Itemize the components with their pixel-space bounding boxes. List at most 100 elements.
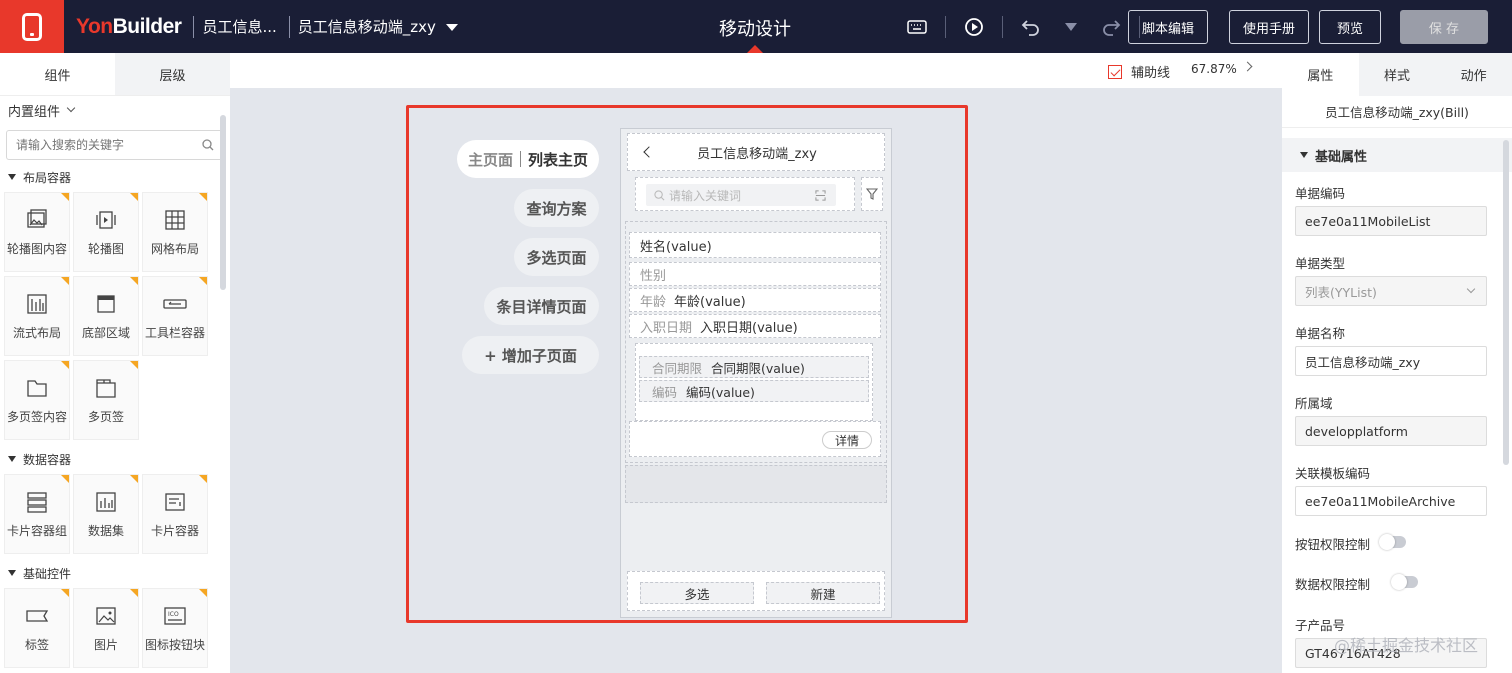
filter-icon[interactable] [861,177,883,211]
add-subpage-button[interactable]: + 增加子页面 [462,336,599,374]
redo-icon[interactable] [1099,15,1123,39]
component-card-container[interactable]: 卡片容器 [142,474,208,554]
tab-style[interactable]: 样式 [1358,53,1436,96]
guide-lines-toggle[interactable]: 辅助线 [1108,62,1170,81]
page-query-scheme[interactable]: 查询方案 [514,189,599,227]
watermark: @稀土掘金技术社区 [1334,636,1479,655]
breadcrumb-app[interactable]: 员工信息... [202,16,276,37]
label-data-permission: 数据权限控制 [1295,577,1371,592]
svg-text:ICO: ICO [168,611,179,618]
phone-search-input[interactable]: 请输入关键词 [646,184,836,206]
component-carousel-content[interactable]: 轮播图内容 [4,192,70,272]
active-indicator [747,45,763,53]
component-search[interactable] [6,130,224,160]
right-scrollbar[interactable] [1503,140,1509,465]
new-button[interactable]: 新建 [766,582,880,604]
component-flow-layout[interactable]: 流式布局 [4,276,70,356]
phone-nav-bar[interactable]: 员工信息移动端_zxy [627,133,885,171]
page-item-detail[interactable]: 条目详情页面 [484,287,599,325]
component-label[interactable]: 标签 [4,588,70,668]
caret-down-icon[interactable] [445,24,458,31]
keyboard-icon[interactable] [905,15,929,39]
preview-button[interactable]: 预览 [1319,10,1381,44]
tab-actions[interactable]: 动作 [1435,53,1512,96]
page-main-list[interactable]: 主页面 列表主页 [457,140,599,178]
undo-icon[interactable] [1019,15,1043,39]
field-name[interactable]: 姓名(value) [629,232,881,258]
component-tabs[interactable]: 多页签 [73,360,139,440]
field-age[interactable]: 年龄 年龄(value) [629,288,881,312]
component-carousel[interactable]: 轮播图 [73,192,139,272]
phone-icon [22,12,42,41]
toolbar-icon [163,292,187,316]
app-logo[interactable] [0,0,64,53]
search-icon[interactable] [202,139,214,151]
section-layout[interactable]: 布局容器 [0,164,230,190]
grid-icon [163,208,187,232]
history-dropdown-icon[interactable] [1059,15,1083,39]
page-multi-select[interactable]: 多选页面 [514,238,599,276]
property-panel: 属性 样式 动作 员工信息移动端_zxy(Bill) 基础属性 单据编码 ee7… [1282,53,1512,673]
builtin-components-dropdown[interactable]: 内置组件 [0,96,230,124]
tab-components[interactable]: 组件 [0,53,115,95]
field-code[interactable]: 编码 编码(value) [639,380,869,402]
detail-button[interactable]: 详情 [822,431,872,449]
caret-down-icon [8,174,16,180]
breadcrumb-page[interactable]: 员工信息移动端_zxy [298,16,458,37]
component-icon-button-block[interactable]: ICO 图标按钮块 [142,588,208,668]
component-image[interactable]: 图片 [73,588,139,668]
selected-object-name: 员工信息移动端_zxy(Bill) [1282,96,1512,128]
card-icon [163,490,187,514]
bill-code-field[interactable]: ee7e0a11MobileList [1295,206,1487,236]
data-permission-toggle[interactable] [1391,574,1418,590]
section-basic[interactable]: 基础控件 [0,560,230,586]
script-edit-button[interactable]: 脚本编辑 [1128,10,1208,44]
bill-type-select[interactable]: 列表(YYList) [1295,276,1487,306]
component-grid-layout[interactable]: 网格布局 [142,192,208,272]
phone-title: 员工信息移动端_zxy [697,146,817,162]
scan-icon[interactable] [815,189,826,201]
phone-bottom-bar: 多选 新建 [627,571,885,611]
button-permission-toggle[interactable] [1379,534,1406,550]
section-data[interactable]: 数据容器 [0,446,230,472]
dataset-icon [94,490,118,514]
multi-select-button[interactable]: 多选 [640,582,754,604]
template-code-field[interactable]: ee7e0a11MobileArchive [1295,486,1487,516]
flow-layout-icon [25,292,49,316]
left-scrollbar[interactable] [220,115,226,290]
search-input[interactable] [16,138,186,152]
icon-button-icon: ICO [163,604,187,628]
save-button[interactable]: 保 存 [1400,10,1488,44]
image-icon [94,604,118,628]
tab-layers[interactable]: 层级 [115,53,230,95]
label-button-permission: 按钮权限控制 [1295,537,1371,552]
component-card-group[interactable]: 卡片容器组 [4,474,70,554]
component-toolbar-container[interactable]: 工具栏容器 [142,276,208,356]
empty-list-slot [625,465,887,503]
page-title: 移动设计 [719,19,791,40]
label-domain: 所属域 [1295,396,1333,411]
phone-search-bar[interactable]: 请输入关键词 [635,177,855,211]
label-bill-type: 单据类型 [1295,256,1346,271]
field-gender[interactable]: 性别 [629,262,881,286]
caret-down-icon [8,456,16,462]
field-hire-date[interactable]: 入职日期 入职日期(value) [629,314,881,338]
component-tab-content[interactable]: 多页签内容 [4,360,70,440]
tab-properties[interactable]: 属性 [1282,53,1359,96]
manual-button[interactable]: 使用手册 [1229,10,1309,44]
checkbox-checked-icon[interactable] [1108,64,1122,79]
phone-preview: 员工信息移动端_zxy 请输入关键词 姓名(value) 性别 年龄 年龄(val… [620,128,892,618]
caret-down-icon [1300,152,1308,158]
bill-name-field[interactable]: 员工信息移动端_zxy [1295,346,1487,376]
section-basic-properties[interactable]: 基础属性 [1282,138,1512,172]
domain-field[interactable]: developplatform [1295,416,1487,446]
component-panel: 组件 层级 内置组件 布局容器 轮播图内容 轮播图 网格布局 流式布局 底部区域… [0,53,230,673]
field-contract-term[interactable]: 合同期限 合同期限(value) [639,356,869,378]
component-dataset[interactable]: 数据集 [73,474,139,554]
chevron-down-icon [1466,284,1476,294]
label-template-code: 关联模板编码 [1295,466,1371,481]
label-bill-name: 单据名称 [1295,326,1346,341]
image-gallery-icon [25,208,49,232]
play-icon[interactable] [962,15,986,39]
component-bottom-area[interactable]: 底部区域 [73,276,139,356]
